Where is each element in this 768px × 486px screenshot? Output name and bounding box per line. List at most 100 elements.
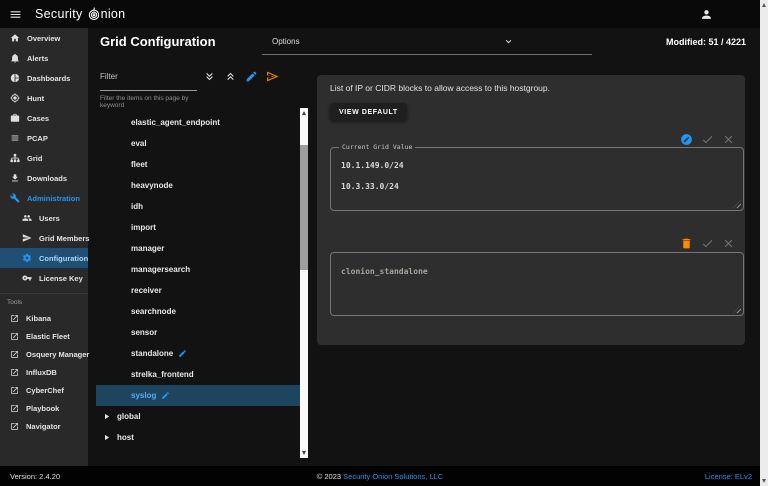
tree-item[interactable]: elastic_agent_endpoint: [96, 112, 300, 133]
tree-item[interactable]: heavynode: [96, 175, 300, 196]
sidebar-item-dashboards[interactable]: Dashboards: [0, 68, 88, 88]
logo-text: nion: [101, 7, 126, 21]
filter-label: Filter: [100, 68, 197, 81]
page-scrollbar[interactable]: [760, 0, 768, 486]
sidebar-item-osquery-manager[interactable]: Osquery Manager: [0, 345, 88, 363]
sitemap-icon: [10, 153, 20, 163]
sidebar-item-users[interactable]: Users: [0, 208, 88, 228]
accept-check-icon[interactable]: [701, 133, 714, 146]
tree-item[interactable]: sensor: [96, 322, 300, 343]
tree-node-global[interactable]: global: [96, 406, 300, 427]
cancel-close-icon[interactable]: [722, 133, 735, 146]
external-link-icon: [10, 386, 19, 395]
tree-item[interactable]: strelka_frontend: [96, 364, 300, 385]
apply-send-icon[interactable]: [266, 70, 279, 83]
view-default-button[interactable]: VIEW DEFAULT: [330, 103, 407, 121]
delete-trash-icon[interactable]: [680, 237, 693, 250]
tree-item[interactable]: manager: [96, 238, 300, 259]
external-link-icon: [10, 422, 19, 431]
sidebar-item-grid[interactable]: Grid: [0, 148, 88, 168]
collapse-all-icon[interactable]: [224, 70, 237, 83]
options-label: Options: [272, 28, 300, 55]
sidebar-item-hunt[interactable]: Hunt: [0, 88, 88, 108]
tree-item[interactable]: import: [96, 217, 300, 238]
current-grid-value-label: Current Grid Value: [339, 143, 415, 151]
user-account-icon[interactable]: [700, 8, 713, 21]
sidebar-item-cyberchef[interactable]: CyberChef: [0, 381, 88, 399]
edit-pencil-circle-icon[interactable]: [680, 133, 693, 146]
external-link-icon: [10, 404, 19, 413]
tree-item[interactable]: receiver: [96, 280, 300, 301]
config-tree: elastic_agent_endpoint eval fleet heavyn…: [96, 108, 308, 458]
current-grid-value-text[interactable]: 10.1.149.0/24 10.3.33.0/24: [331, 148, 743, 197]
sidebar-item-downloads[interactable]: Downloads: [0, 168, 88, 188]
copyright: © 2023 Security Onion Solutions, LLC: [0, 472, 760, 481]
cancel-close-icon[interactable]: [722, 237, 735, 250]
expand-all-icon[interactable]: [203, 70, 216, 83]
edit-pencil-icon: [178, 349, 187, 358]
grid-value-actions: [680, 133, 735, 146]
copyright-link[interactable]: Security Onion Solutions, LLC: [343, 472, 443, 481]
external-link-icon: [10, 368, 19, 377]
external-link-icon: [10, 350, 19, 359]
menu-icon[interactable]: [9, 8, 22, 21]
filter-hint: Filter the items on this page by keyword: [100, 95, 197, 109]
sidebar-item-cases[interactable]: Cases: [0, 108, 88, 128]
chevron-down-icon[interactable]: [503, 36, 514, 47]
options-expansion-panel[interactable]: Options: [262, 28, 592, 55]
sidebar-item-navigator[interactable]: Navigator: [0, 417, 88, 435]
logo-text: Security: [35, 7, 83, 21]
scroll-down-arrow-icon[interactable]: [302, 451, 306, 455]
license-link[interactable]: License: ELv2: [705, 472, 752, 481]
sidebar-item-playbook[interactable]: Playbook: [0, 399, 88, 417]
tree-item[interactable]: idh: [96, 196, 300, 217]
modified-count: Modified: 51 / 4221: [666, 28, 746, 56]
tree-item[interactable]: eval: [96, 133, 300, 154]
sidebar-item-pcap[interactable]: PCAP: [0, 128, 88, 148]
home-icon: [10, 33, 20, 43]
current-grid-value-field[interactable]: Current Grid Value 10.1.149.0/24 10.3.33…: [330, 147, 744, 211]
tree-item[interactable]: managersearch: [96, 259, 300, 280]
filter-input[interactable]: Filter Filter the items on this page by …: [100, 68, 197, 109]
sidebar-item-administration[interactable]: Administration: [0, 188, 88, 208]
list-lines-icon: [10, 133, 20, 143]
security-onion-app: Security nion Overview Alerts Dashboards …: [0, 0, 768, 486]
external-link-icon: [10, 332, 19, 341]
scroll-down-arrow-icon[interactable]: [762, 479, 766, 483]
download-icon: [10, 173, 20, 183]
setting-detail-panel: List of IP or CIDR blocks to allow acces…: [317, 75, 745, 345]
footer: Version: 2.4.20 © 2023 Security Onion So…: [0, 466, 760, 486]
sidebar-nav: Overview Alerts Dashboards Hunt Cases PC…: [0, 28, 88, 466]
bell-icon: [10, 53, 20, 63]
page-header: Grid Configuration Options Modified: 51 …: [88, 28, 760, 56]
scroll-up-arrow-icon[interactable]: [302, 111, 306, 115]
expand-arrow-icon[interactable]: [102, 412, 111, 421]
pie-chart-icon: [10, 73, 20, 83]
tree-item[interactable]: standalone: [96, 343, 300, 364]
tree-item-selected[interactable]: syslog: [96, 385, 300, 406]
edit-pencil-icon: [161, 391, 170, 400]
tree-item[interactable]: searchnode: [96, 301, 300, 322]
sidebar-item-elastic-fleet[interactable]: Elastic Fleet: [0, 327, 88, 345]
custom-value-text[interactable]: clonion_standalone: [331, 253, 743, 282]
scrollbar-thumb[interactable]: [300, 145, 308, 270]
accept-check-icon[interactable]: [701, 237, 714, 250]
sidebar-item-license-key[interactable]: License Key: [0, 268, 88, 288]
sidebar-item-kibana[interactable]: Kibana: [0, 309, 88, 327]
edit-pencil-icon[interactable]: [245, 70, 258, 83]
sidebar-item-configuration[interactable]: Configuration: [0, 248, 88, 268]
scroll-up-arrow-icon[interactable]: [762, 3, 766, 7]
external-link-icon: [10, 314, 19, 323]
sidebar-item-influxdb[interactable]: InfluxDB: [0, 363, 88, 381]
sidebar-item-overview[interactable]: Overview: [0, 28, 88, 48]
tree-item[interactable]: fleet: [96, 154, 300, 175]
gear-icon: [22, 253, 32, 263]
expand-arrow-icon[interactable]: [102, 433, 111, 442]
sidebar-item-alerts[interactable]: Alerts: [0, 48, 88, 68]
custom-value-field[interactable]: clonion_standalone: [330, 252, 744, 316]
tree-scrollbar[interactable]: [300, 108, 308, 458]
users-icon: [22, 213, 32, 223]
tree-toolbar: [203, 70, 279, 83]
tree-node-host[interactable]: host: [96, 427, 300, 448]
sidebar-item-grid-members[interactable]: Grid Members: [0, 228, 88, 248]
